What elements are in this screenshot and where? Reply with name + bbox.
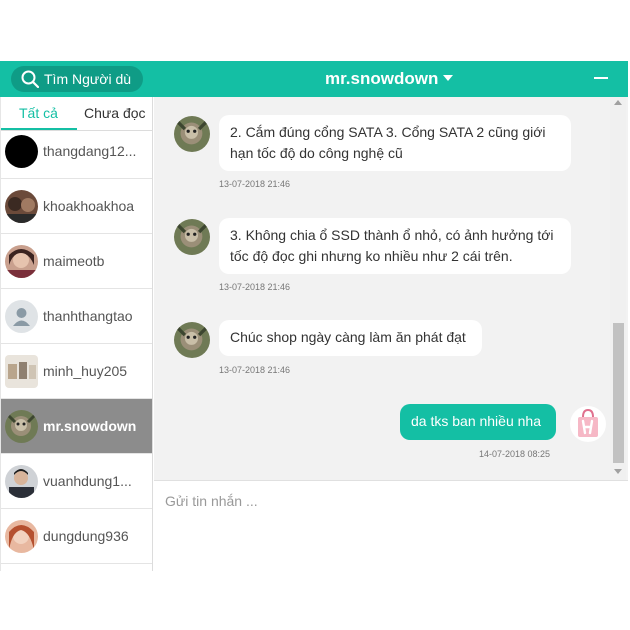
contact-name: maimeotb bbox=[43, 253, 105, 269]
compose-area bbox=[154, 480, 628, 571]
shop-avatar bbox=[570, 406, 606, 442]
avatar bbox=[5, 465, 38, 498]
message-timestamp: 13-07-2018 21:46 bbox=[219, 282, 291, 292]
scroll-down-arrow-icon[interactable] bbox=[614, 469, 622, 474]
contact-item[interactable]: thangdang12... bbox=[1, 124, 152, 179]
message-text: da tks ban nhiều nha bbox=[411, 413, 541, 429]
search-icon bbox=[21, 70, 39, 88]
default-user-icon bbox=[5, 300, 38, 333]
message-text: 2. Cắm đúng cổng SATA 3. Cổng SATA 2 cũn… bbox=[230, 124, 546, 161]
message-list: 2. Cắm đúng cổng SATA 3. Cổng SATA 2 cũn… bbox=[154, 97, 628, 480]
contact-name: thangdang12... bbox=[43, 143, 137, 159]
message-bubble: 3. Không chia ổ SSD thành ổ nhỏ, có ảnh … bbox=[219, 218, 571, 274]
message-text: Chúc shop ngày càng làm ăn phát đạt bbox=[230, 329, 466, 345]
contact-item[interactable]: minh_huy205 bbox=[1, 344, 152, 399]
contact-name: dungdung936 bbox=[43, 528, 129, 544]
avatar bbox=[5, 190, 38, 223]
sender-avatar bbox=[174, 322, 210, 358]
search-input[interactable]: Tìm Người dù bbox=[11, 66, 143, 92]
my-message-bubble: da tks ban nhiều nha bbox=[400, 404, 556, 440]
sender-avatar bbox=[174, 219, 210, 255]
contact-item[interactable]: maimeotb bbox=[1, 234, 152, 289]
message-text: 3. Không chia ổ SSD thành ổ nhỏ, có ảnh … bbox=[230, 227, 554, 264]
search-placeholder: Tìm Người dù bbox=[44, 71, 132, 87]
contact-item[interactable]: khoakhoakhoa bbox=[1, 179, 152, 234]
conversation-title-dropdown[interactable]: mr.snowdown bbox=[325, 61, 454, 97]
avatar bbox=[5, 355, 38, 388]
contact-name: vuanhdung1... bbox=[43, 473, 132, 489]
message-timestamp: 13-07-2018 21:46 bbox=[219, 365, 291, 375]
minimize-button[interactable] bbox=[588, 67, 614, 91]
message-bubble: Chúc shop ngày càng làm ăn phát đạt bbox=[219, 320, 482, 356]
conversation-title: mr.snowdown bbox=[325, 69, 439, 88]
contact-item[interactable]: dungdung936 bbox=[1, 509, 152, 564]
scroll-up-arrow-icon[interactable] bbox=[614, 100, 622, 105]
contact-item[interactable]: thanhthangtao bbox=[1, 289, 152, 344]
contact-name: minh_huy205 bbox=[43, 363, 128, 379]
avatar bbox=[5, 520, 38, 553]
avatar bbox=[5, 410, 38, 443]
minimize-icon bbox=[594, 77, 608, 79]
message-timestamp: 14-07-2018 08:25 bbox=[479, 449, 551, 459]
contact-name: mr.snowdown bbox=[43, 418, 137, 434]
message-input[interactable] bbox=[154, 481, 628, 571]
message-scrollbar[interactable] bbox=[610, 97, 626, 480]
shopping-bag-icon bbox=[578, 408, 598, 437]
message-bubble: 2. Cắm đúng cổng SATA 3. Cổng SATA 2 cũn… bbox=[219, 115, 571, 171]
chat-window: Tìm Người dù mr.snowdown Tất cả Chưa đọc… bbox=[0, 61, 628, 571]
chat-header: Tìm Người dù mr.snowdown bbox=[0, 61, 628, 97]
contact-item[interactable]: vuanhdung1... bbox=[1, 454, 152, 509]
avatar bbox=[5, 135, 38, 168]
caret-down-icon bbox=[443, 74, 454, 81]
contact-item-selected[interactable]: mr.snowdown bbox=[1, 399, 152, 454]
message-timestamp: 13-07-2018 21:46 bbox=[219, 179, 291, 189]
avatar bbox=[5, 245, 38, 278]
sender-avatar bbox=[174, 116, 210, 152]
contact-name: khoakhoakhoa bbox=[43, 198, 135, 214]
scroll-thumb[interactable] bbox=[613, 323, 624, 463]
contact-name: thanhthangtao bbox=[43, 308, 133, 324]
conversation-sidebar: Tất cả Chưa đọc thangdang12... khoakhoak… bbox=[0, 97, 153, 571]
